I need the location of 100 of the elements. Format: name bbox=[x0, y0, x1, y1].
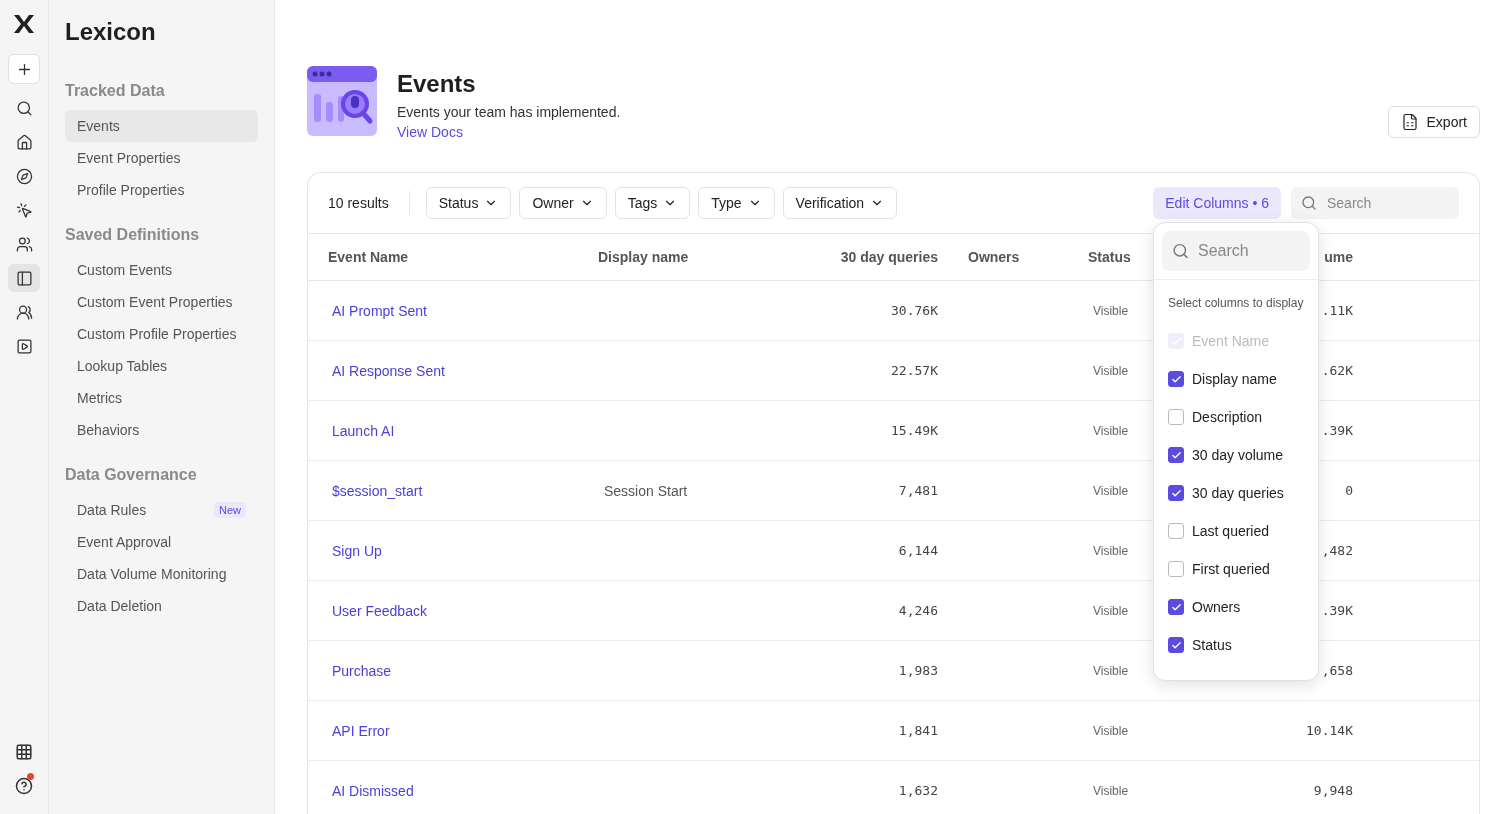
page-title: Events bbox=[397, 70, 477, 98]
section-heading: Data Governance bbox=[65, 466, 198, 484]
column-option[interactable]: Last queried bbox=[1168, 512, 1304, 550]
search-icon bbox=[1172, 242, 1189, 260]
event-name-link[interactable]: Sign Up bbox=[328, 542, 382, 559]
column-header: Display name bbox=[598, 249, 689, 265]
column-option[interactable]: 30 day volume bbox=[1168, 436, 1304, 474]
column-option[interactable]: Display name bbox=[1168, 360, 1304, 398]
sidebar-item-label: Custom Event Properties bbox=[77, 294, 233, 310]
column-search-field[interactable]: Search bbox=[1162, 231, 1310, 271]
filter-dropdown[interactable]: Status bbox=[425, 187, 512, 219]
results-count: 10 results bbox=[328, 191, 410, 215]
event-name-link[interactable]: API Error bbox=[328, 722, 390, 739]
filter-dropdown[interactable]: Tags bbox=[614, 187, 691, 219]
status-cell-text: Visible bbox=[1092, 423, 1130, 438]
sidebar-item[interactable]: Events bbox=[65, 110, 258, 142]
search-field[interactable]: Search bbox=[1291, 187, 1459, 219]
event-name-link[interactable]: AI Dismissed bbox=[328, 782, 414, 799]
table-cell: 22.57K bbox=[891, 363, 938, 378]
sidebar-item[interactable]: Metrics bbox=[65, 382, 258, 414]
sidebar-item-label: Lookup Tables bbox=[77, 358, 168, 374]
sidebar-item-label: Data Deletion bbox=[77, 598, 162, 614]
plus-icon[interactable] bbox=[8, 54, 40, 84]
sidebar-item[interactable]: Event Approval bbox=[65, 526, 258, 558]
page-subtitle: Events your team has implemented. bbox=[397, 104, 622, 120]
table-cell: 7,481 bbox=[898, 483, 938, 498]
panel-icon[interactable] bbox=[8, 264, 40, 292]
status-cell-text: Visible bbox=[1092, 723, 1130, 738]
sidebar-item[interactable]: Behaviors bbox=[65, 414, 258, 446]
table-cell: .39K bbox=[1321, 423, 1353, 438]
sidebar-item[interactable]: Profile Properties bbox=[65, 174, 258, 206]
event-name-link[interactable]: AI Prompt Sent bbox=[328, 302, 427, 319]
logo-icon[interactable] bbox=[13, 14, 35, 34]
check-icon bbox=[1170, 601, 1182, 613]
sidebar-item[interactable]: Custom Profile Properties bbox=[65, 318, 258, 350]
column-option[interactable]: Status bbox=[1168, 626, 1304, 664]
status-cell-text: Visible bbox=[1092, 363, 1130, 378]
sidebar-item-label: Custom Profile Properties bbox=[77, 326, 237, 342]
column-option[interactable]: Owners bbox=[1168, 588, 1304, 626]
table-cell: 1,983 bbox=[898, 663, 938, 678]
events-illustration bbox=[307, 66, 377, 136]
checkbox[interactable] bbox=[1168, 599, 1184, 615]
table-cell: .39K bbox=[1321, 603, 1353, 618]
edit-columns-button[interactable]: Edit Columns • 6 bbox=[1153, 187, 1281, 219]
sidebar-item-label: Event Approval bbox=[77, 534, 172, 550]
sidebar-item-label: Profile Properties bbox=[77, 182, 185, 198]
table-cell: ,482 bbox=[1321, 543, 1353, 558]
checkbox[interactable] bbox=[1168, 409, 1184, 425]
table-cell: ,658 bbox=[1321, 663, 1353, 678]
column-option[interactable]: First queried bbox=[1168, 550, 1304, 588]
sidebar-item-label: Behaviors bbox=[77, 422, 140, 438]
event-name-link[interactable]: $session_start bbox=[328, 482, 423, 499]
sidebar-item[interactable]: Custom Events bbox=[65, 254, 258, 286]
sidebar-title: Lexicon bbox=[65, 18, 157, 47]
menu-heading: Select columns to display bbox=[1168, 296, 1304, 310]
table-cell: 0 bbox=[1345, 483, 1353, 498]
sidebar-item[interactable]: Custom Event Properties bbox=[65, 286, 258, 318]
table-cell-text: Session Start bbox=[603, 482, 689, 499]
column-option[interactable]: Description bbox=[1168, 398, 1304, 436]
table-cell: .62K bbox=[1321, 363, 1353, 378]
column-option[interactable]: 30 day queries bbox=[1168, 474, 1304, 512]
status-cell-text: Visible bbox=[1092, 783, 1130, 798]
sidebar-item[interactable]: Data Volume Monitoring bbox=[65, 558, 258, 590]
section-heading: Saved Definitions bbox=[65, 226, 201, 244]
event-name-link[interactable]: AI Response Sent bbox=[328, 362, 445, 379]
sidebar-item-label: Data Rules bbox=[77, 502, 147, 518]
status-cell-text: Visible bbox=[1092, 603, 1130, 618]
table-cell: 10.14K bbox=[1306, 723, 1353, 738]
checkbox[interactable] bbox=[1168, 637, 1184, 653]
table-cell: 6,144 bbox=[898, 543, 938, 558]
sidebar-item[interactable]: Event Properties bbox=[65, 142, 258, 174]
checkbox[interactable] bbox=[1168, 371, 1184, 387]
sidebar-item-label: Custom Events bbox=[77, 262, 172, 278]
event-name-link[interactable]: User Feedback bbox=[328, 602, 427, 619]
event-name-link[interactable]: Purchase bbox=[328, 662, 392, 679]
export-button[interactable]: Export bbox=[1387, 106, 1480, 138]
checkbox[interactable] bbox=[1168, 523, 1184, 539]
table-cell: 1,632 bbox=[898, 783, 938, 798]
section-heading: Tracked Data bbox=[65, 82, 166, 100]
checkbox[interactable] bbox=[1168, 447, 1184, 463]
checkbox[interactable] bbox=[1168, 561, 1184, 577]
sidebar-item-label: Events bbox=[77, 118, 120, 134]
sidebar-item[interactable]: Lookup Tables bbox=[65, 350, 258, 382]
sidebar-item[interactable]: Data Rules New bbox=[65, 494, 258, 526]
new-badge: New bbox=[214, 502, 246, 518]
table-cell: 1,841 bbox=[898, 723, 938, 738]
csv-file-icon bbox=[1400, 113, 1419, 131]
event-name-link[interactable]: Launch AI bbox=[328, 422, 395, 439]
filter-dropdown[interactable]: Type bbox=[698, 187, 775, 219]
table-cell: 4,246 bbox=[898, 603, 938, 618]
table-cell: 30.76K bbox=[891, 303, 938, 318]
column-header: 30 day queries bbox=[840, 249, 938, 265]
check-icon bbox=[1170, 639, 1182, 651]
filter-dropdown[interactable]: Owner bbox=[519, 187, 607, 219]
column-header: Event Name bbox=[328, 249, 409, 265]
docs-link[interactable]: View Docs bbox=[397, 124, 463, 140]
filter-dropdown[interactable]: Verification bbox=[782, 187, 898, 219]
checkbox[interactable] bbox=[1168, 485, 1184, 501]
sidebar-item[interactable]: Data Deletion bbox=[65, 590, 258, 622]
check-icon bbox=[1170, 487, 1182, 499]
